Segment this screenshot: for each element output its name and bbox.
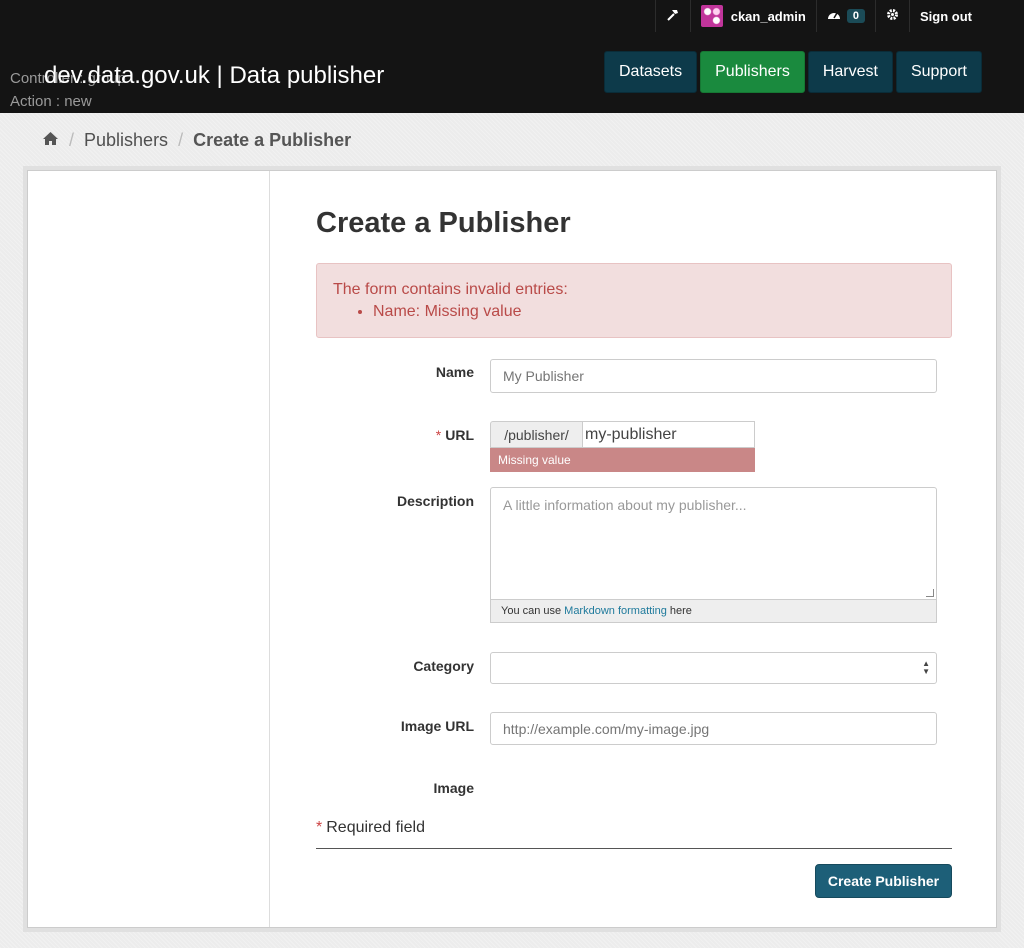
image-url-input[interactable] [490, 712, 937, 745]
form-divider [316, 848, 952, 849]
required-field-text: Required field [326, 819, 425, 836]
select-arrows-icon: ▲ ▼ [922, 659, 930, 676]
url-label-text: URL [445, 427, 474, 443]
sysadmin-link[interactable] [654, 0, 690, 32]
nav-datasets[interactable]: Datasets [603, 51, 698, 93]
notification-badge: 0 [846, 9, 865, 23]
image-label: Image [433, 780, 474, 796]
markdown-link[interactable]: Markdown formatting [564, 605, 667, 617]
breadcrumb-publishers[interactable]: Publishers [84, 130, 168, 151]
category-label: Category [413, 658, 474, 674]
sidebar [28, 171, 270, 927]
url-error: Missing value [490, 448, 755, 472]
required-field-note: * Required field [316, 819, 425, 837]
dashboard-icon [827, 9, 841, 24]
markdown-note-before: You can use [501, 605, 562, 617]
site-title[interactable]: dev.data.gov.uk | Data publisher [44, 62, 384, 90]
alert-error-item: Name: Missing value [373, 303, 951, 321]
alert-error-list: Name: Missing value [373, 303, 951, 321]
signout-link[interactable]: Sign out [909, 0, 982, 32]
main-panel: Create a Publisher The form contains inv… [27, 170, 997, 928]
main-nav: Datasets Publishers Harvest Support [603, 51, 982, 93]
url-prefix: /publisher/ [490, 421, 583, 448]
user-account-link[interactable]: ckan_admin [689, 0, 816, 32]
breadcrumb: / Publishers / Create a Publisher [42, 130, 351, 151]
breadcrumb-current[interactable]: Create a Publisher [193, 130, 351, 151]
name-input[interactable] [490, 359, 937, 393]
markdown-note: You can use Markdown formatting here [490, 600, 937, 623]
debug-action: Action : new [10, 93, 92, 110]
settings-link[interactable] [875, 0, 909, 32]
url-label: * URL [314, 427, 474, 443]
url-input[interactable]: my-publisher [582, 421, 755, 448]
required-marker: * [435, 427, 442, 443]
masthead: ckan_admin 0 Sign out Controller : group… [0, 0, 1024, 113]
breadcrumb-separator: / [178, 130, 184, 150]
hammer-icon [666, 8, 680, 25]
username: ckan_admin [730, 8, 806, 24]
dashboard-link[interactable]: 0 [815, 0, 875, 32]
error-alert: The form contains invalid entries: Name:… [316, 263, 952, 338]
resize-handle[interactable] [926, 589, 934, 597]
account-bar: ckan_admin 0 Sign out [654, 0, 982, 32]
gear-icon [886, 8, 899, 24]
markdown-note-after: here [669, 605, 692, 617]
create-publisher-button[interactable]: Create Publisher [815, 864, 952, 898]
page-title: Create a Publisher [316, 207, 571, 239]
description-label: Description [396, 493, 474, 509]
name-label: Name [435, 364, 474, 380]
description-textarea[interactable]: A little information about my publisher.… [490, 487, 937, 600]
category-select[interactable]: ▲ ▼ [490, 652, 937, 684]
nav-publishers[interactable]: Publishers [700, 51, 805, 93]
image-url-label: Image URL [400, 718, 474, 734]
required-marker: * [316, 819, 323, 836]
breadcrumb-separator: / [69, 130, 75, 150]
alert-title: The form contains invalid entries: [333, 281, 568, 298]
description-placeholder: A little information about my publisher.… [503, 497, 747, 513]
home-icon[interactable] [42, 130, 59, 151]
nav-support[interactable]: Support [895, 51, 982, 93]
nav-harvest[interactable]: Harvest [807, 51, 893, 93]
avatar [700, 5, 723, 27]
